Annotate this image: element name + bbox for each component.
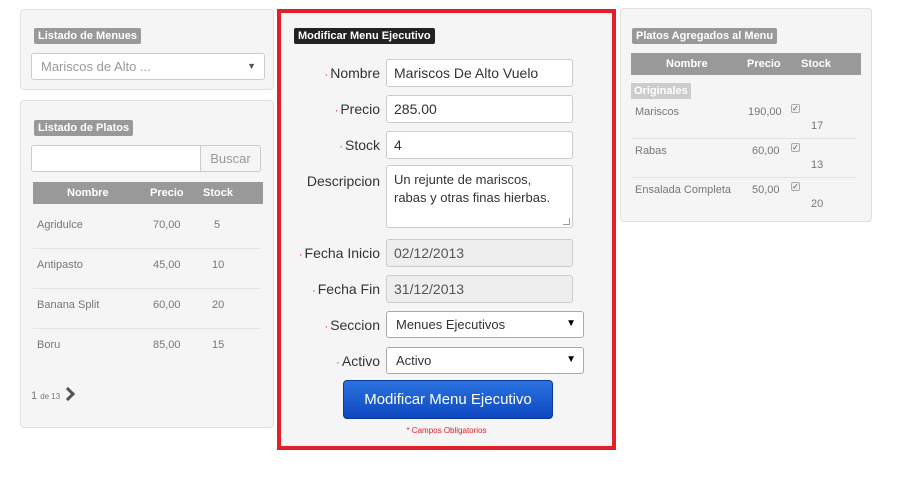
item-precio: 60,00 (752, 145, 780, 157)
search-button[interactable]: Buscar (200, 145, 261, 172)
row-stock: 20 (212, 299, 225, 311)
row-precio: 70,00 (153, 219, 181, 231)
list-item[interactable]: Rabas 60,00 ✓ 13 (631, 138, 857, 178)
platos-title: Listado de Platos (34, 120, 134, 136)
row-precio: 85,00 (153, 339, 181, 351)
column-header-nombre: Nombre (67, 187, 109, 199)
item-nombre: Mariscos (635, 106, 680, 118)
table-row[interactable]: Boru 85,00 15 (33, 329, 259, 369)
row-nombre: Agridulce (37, 219, 83, 231)
menues-panel: Listado de Menues Mariscos de Alto ... ▼ (20, 9, 274, 90)
agregados-table-header: Nombre Precio Stock (631, 53, 861, 75)
list-item[interactable]: Mariscos 190,00 ✓ 17 (631, 99, 857, 139)
row-stock: 10 (212, 259, 225, 271)
column-header-stock: Stock (203, 187, 233, 199)
row-precio: 60,00 (153, 299, 181, 311)
stock-field[interactable]: 4 (386, 131, 573, 159)
checkbox-icon[interactable]: ✓ (791, 104, 800, 113)
nombre-field[interactable]: Mariscos De Alto Vuelo (386, 59, 573, 87)
seccion-label: · Seccion (324, 317, 380, 333)
checkbox-icon[interactable]: ✓ (791, 143, 800, 152)
column-header-stock: Stock (801, 58, 831, 70)
platos-panel: Listado de Platos Buscar Nombre Precio S… (20, 100, 274, 428)
descripcion-textarea[interactable]: Un rejunte de mariscos, rabas y otras fi… (386, 165, 573, 228)
table-row[interactable]: Antipasto 45,00 10 (33, 249, 259, 289)
column-header-precio: Precio (747, 58, 781, 70)
page-current: 1 (31, 390, 38, 402)
required-note: * Campos Obligatorios (406, 426, 487, 435)
activo-label: · Activo (336, 353, 380, 369)
agregados-title: Platos Agregados al Menu (632, 28, 778, 44)
menu-select-value: Mariscos de Alto ... (41, 59, 151, 74)
item-nombre: Rabas (635, 145, 667, 157)
row-stock: 15 (212, 339, 225, 351)
column-header-precio: Precio (150, 187, 184, 199)
submit-button[interactable]: Modificar Menu Ejecutivo (343, 380, 553, 419)
checkbox-icon[interactable]: ✓ (791, 182, 800, 191)
item-precio: 190,00 (748, 106, 782, 118)
search-input[interactable] (31, 145, 201, 172)
row-nombre: Banana Split (37, 299, 100, 311)
chevron-down-icon: ▼ (566, 318, 576, 329)
nombre-label: · Nombre (324, 65, 380, 81)
menu-select[interactable]: Mariscos de Alto ... ▼ (31, 53, 265, 80)
descripcion-line: rabas y otras finas hierbas. (394, 190, 551, 205)
row-nombre: Boru (37, 339, 61, 351)
fecha-fin-field[interactable]: 31/12/2013 (386, 275, 573, 303)
item-stock: 17 (811, 120, 824, 132)
pagination: 1 de 13 (31, 386, 76, 402)
precio-label: · Precio (334, 101, 380, 117)
page-total: de 13 (40, 392, 61, 401)
item-stock: 20 (811, 198, 824, 210)
row-stock: 5 (214, 219, 221, 231)
chevron-right-icon[interactable] (61, 386, 76, 402)
item-stock: 13 (811, 159, 824, 171)
activo-value: Activo (396, 353, 432, 368)
row-nombre: Antipasto (37, 259, 83, 271)
item-precio: 50,00 (752, 184, 780, 196)
agregados-panel: Platos Agregados al Menu Nombre Precio S… (620, 8, 872, 222)
stock-label: · Stock (339, 137, 380, 153)
fecha-inicio-label: · Fecha Inicio (298, 245, 380, 261)
menues-title: Listado de Menues (34, 28, 142, 44)
chevron-down-icon: ▼ (247, 61, 256, 71)
descripcion-label: Descripcion (306, 173, 380, 189)
table-row[interactable]: Banana Split 60,00 20 (33, 289, 259, 329)
form-title: Modificar Menu Ejecutivo (294, 28, 435, 44)
column-header-nombre: Nombre (666, 58, 708, 70)
table-row[interactable]: Agridulce 70,00 5 (33, 209, 259, 249)
resize-grip-icon[interactable] (563, 218, 570, 225)
item-nombre: Ensalada Completa (635, 184, 732, 196)
precio-field[interactable]: 285.00 (386, 95, 573, 123)
platos-table-header: Nombre Precio Stock (33, 182, 263, 204)
activo-select[interactable]: Activo ▼ (386, 347, 584, 374)
fecha-fin-label: · Fecha Fin (312, 281, 380, 297)
group-label: Originales (631, 83, 691, 99)
row-precio: 45,00 (153, 259, 181, 271)
seccion-value: Menues Ejecutivos (396, 317, 506, 332)
seccion-select[interactable]: Menues Ejecutivos ▼ (386, 311, 584, 338)
chevron-down-icon: ▼ (566, 354, 576, 365)
fecha-inicio-field[interactable]: 02/12/2013 (386, 239, 573, 267)
list-item[interactable]: Ensalada Completa 50,00 ✓ 20 (631, 177, 857, 217)
descripcion-line: Un rejunte de mariscos, (394, 172, 532, 187)
modify-menu-form: Modificar Menu Ejecutivo · Nombre Marisco… (277, 9, 616, 450)
